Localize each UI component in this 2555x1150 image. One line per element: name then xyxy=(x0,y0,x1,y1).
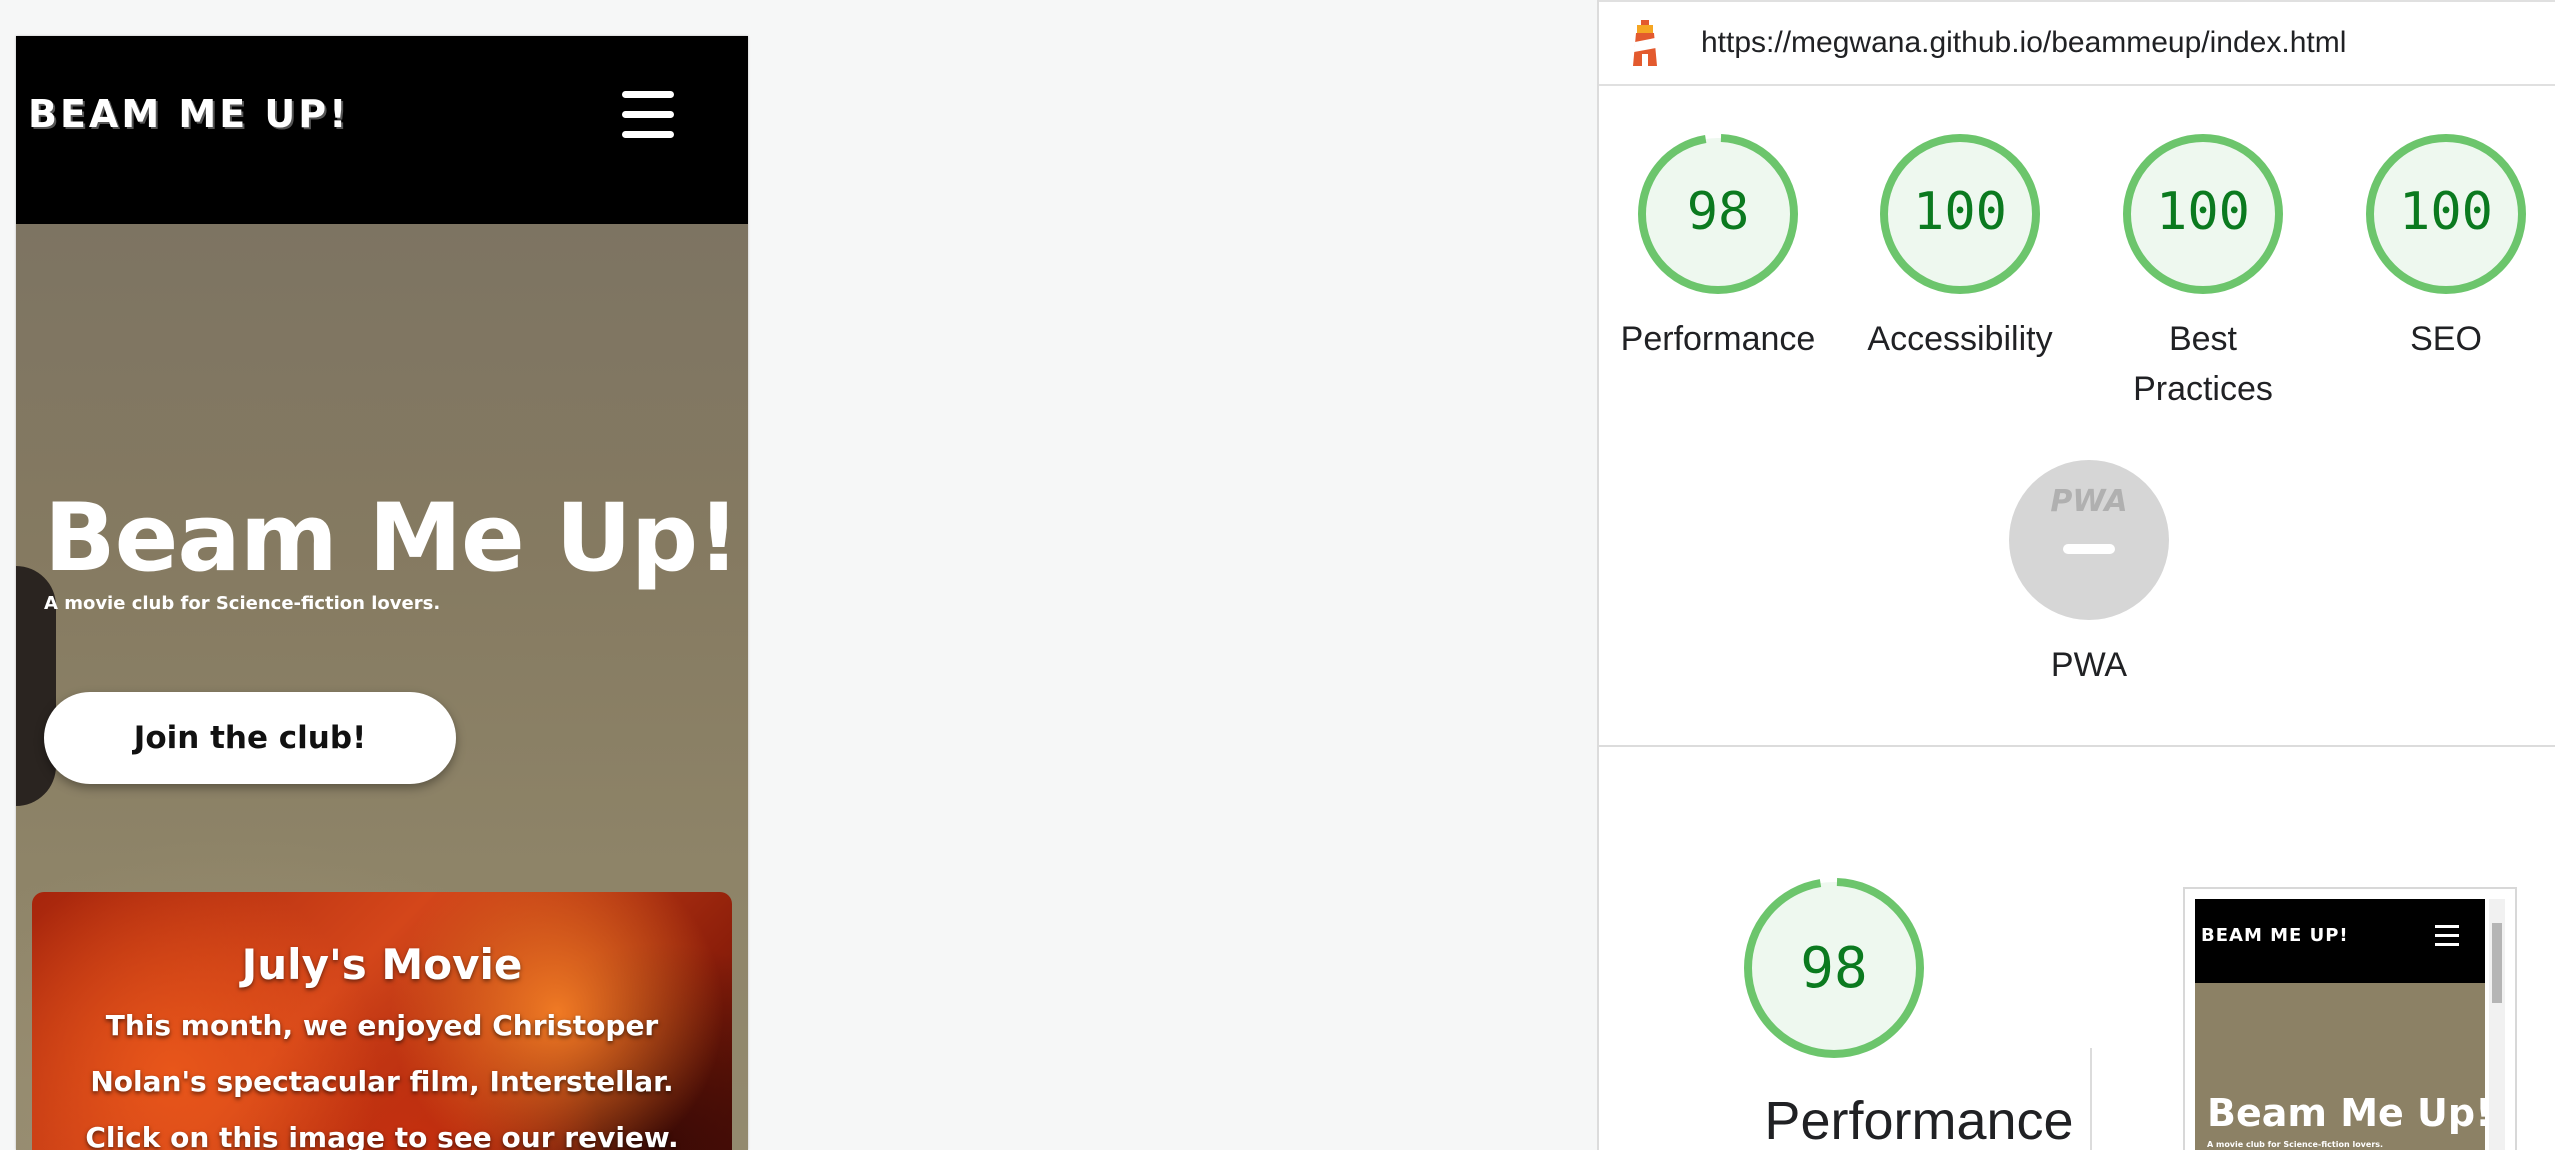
summary-score: 98 xyxy=(1800,936,1868,1001)
gauge-score: 98 xyxy=(1686,182,1750,242)
site-navbar: BEAM ME UP! xyxy=(16,36,748,224)
gauge-label: Accessibility xyxy=(1867,320,2053,358)
lighthouse-icon xyxy=(1633,20,1657,66)
hamburger-menu-icon[interactable] xyxy=(622,91,674,139)
gauge-label: Best Practices xyxy=(2133,320,2273,408)
gauge-pwa[interactable]: PWA PWA xyxy=(1989,458,2189,690)
summary-label: Performance xyxy=(1764,1091,2074,1150)
hero-title: Beam Me Up! xyxy=(44,484,740,593)
final-screenshot-thumbnail[interactable]: BEAM ME UP! Beam Me Up! A movie club for… xyxy=(2183,887,2517,1150)
gauge-best-practices[interactable]: 100 Best Practices xyxy=(2096,132,2310,414)
vertical-divider xyxy=(2090,1048,2092,1150)
gauge-label: SEO xyxy=(2410,320,2482,358)
gauge-label: Performance xyxy=(1620,320,1816,358)
join-club-button[interactable]: Join the club! xyxy=(44,692,456,784)
gauge-accessibility[interactable]: 100 Accessibility xyxy=(1853,132,2067,364)
gauge-performance[interactable]: 98 Performance xyxy=(1611,132,1825,364)
thumbnail-scrollbar[interactable] xyxy=(2489,899,2505,1150)
gauge-seo[interactable]: 100 SEO xyxy=(2339,132,2553,364)
gauge-label: PWA xyxy=(2050,646,2128,684)
thumbnail-page: BEAM ME UP! Beam Me Up! A movie club for… xyxy=(2195,899,2485,1150)
movie-of-month-card[interactable]: July's Movie This month, we enjoyed Chri… xyxy=(32,892,732,1150)
mobile-site-preview: BEAM ME UP! Beam Me Up! A movie club for… xyxy=(16,36,748,1150)
gauge-score: 100 xyxy=(2156,182,2250,242)
lighthouse-report: https://megwana.github.io/beammeup/index… xyxy=(1597,0,2555,1150)
thumbnail-navbar: BEAM ME UP! xyxy=(2195,899,2485,983)
report-url-bar: https://megwana.github.io/beammeup/index… xyxy=(1599,0,2555,86)
thumbnail-scroll-handle[interactable] xyxy=(2492,923,2502,1003)
summary-gauge-performance: 98 xyxy=(1739,876,1929,1060)
thumbnail-logo: BEAM ME UP! xyxy=(2201,925,2349,946)
pwa-badge-icon xyxy=(2009,460,2169,620)
movie-card-text: This month, we enjoyed Christoper Nolan'… xyxy=(85,1009,679,1150)
thumbnail-title: Beam Me Up! xyxy=(2207,1091,2485,1135)
movie-card-title: July's Movie xyxy=(241,940,523,989)
thumbnail-hamburger-icon xyxy=(2435,925,2459,947)
section-divider xyxy=(1599,745,2555,747)
thumbnail-subtitle: A movie club for Science-fiction lovers. xyxy=(2207,1140,2384,1149)
report-url-link[interactable]: https://megwana.github.io/beammeup/index… xyxy=(1701,26,2346,60)
gauge-score: 100 xyxy=(2399,182,2493,242)
hero-subtitle: A movie club for Science-fiction lovers. xyxy=(44,593,441,614)
site-logo[interactable]: BEAM ME UP! xyxy=(28,92,349,136)
pwa-badge-text: PWA xyxy=(2050,484,2128,519)
gauge-score: 100 xyxy=(1913,182,2007,242)
